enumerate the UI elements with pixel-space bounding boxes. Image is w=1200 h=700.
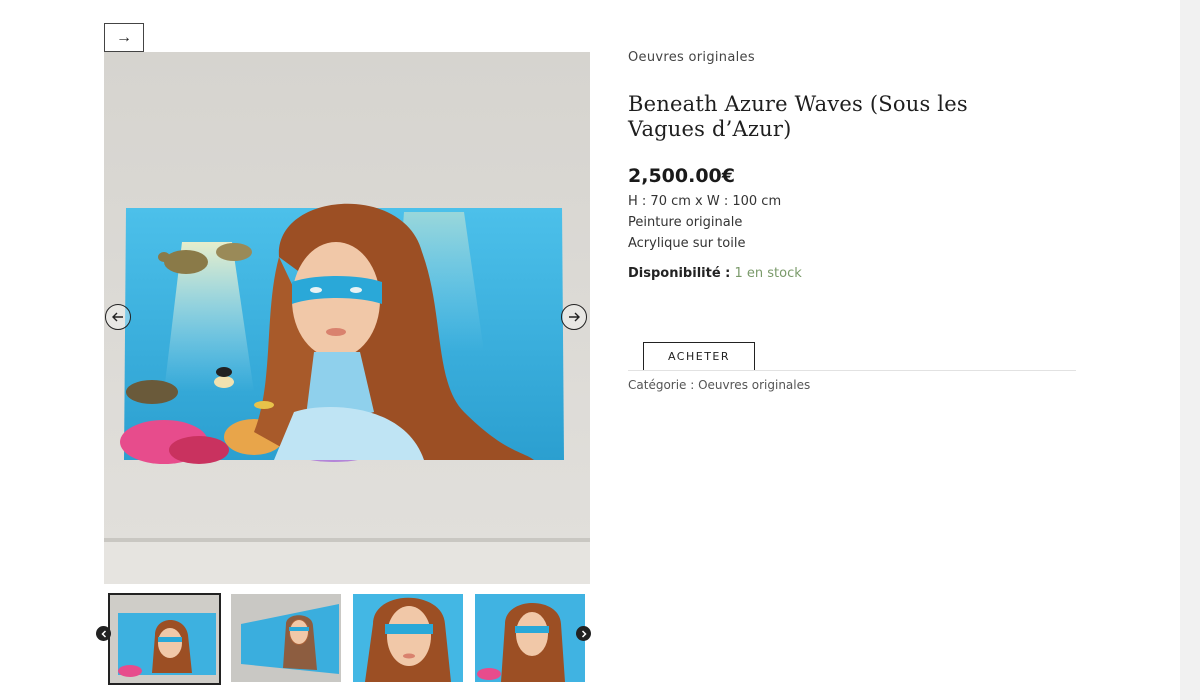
product-summary: Oeuvres originales Beneath Azure Waves (… (628, 48, 1078, 392)
gallery-prev-button[interactable] (105, 304, 131, 330)
product-category-link[interactable]: Oeuvres originales (628, 50, 755, 65)
page-scrollbar-gutter (1180, 0, 1200, 700)
dimensions-text: H : 70 cm x W : 100 cm (628, 194, 782, 209)
product-title-line-1: Beneath Azure Waves (Sous les (628, 92, 968, 116)
divider (628, 370, 1076, 371)
availability: Disponibilité : 1 en stock (628, 266, 1078, 281)
arrow-left-icon (112, 312, 123, 322)
main-product-image[interactable] (104, 52, 590, 584)
product-description: H : 70 cm x W : 100 cm Peinture original… (628, 191, 1078, 254)
next-product-button[interactable]: → (104, 23, 144, 52)
gallery-next-button[interactable] (561, 304, 587, 330)
product-price: 2,500.00€ (628, 165, 735, 187)
buy-button[interactable]: ACHETER (643, 342, 755, 371)
product-meta-category: Catégorie : Oeuvres originales (628, 378, 811, 392)
arrow-right-icon (569, 312, 580, 322)
product-title-line-2: Vagues d’Azur) (628, 117, 792, 141)
thumbnail-item[interactable] (108, 593, 221, 685)
medium-text: Acrylique sur toile (628, 236, 746, 251)
original-painting-text: Peinture originale (628, 215, 743, 230)
arrow-right-icon: → (116, 28, 132, 46)
thumbnail-item[interactable] (353, 594, 463, 682)
thumbnail-prev-button[interactable] (96, 626, 111, 641)
chevron-left-icon (100, 629, 106, 638)
thumbnail-item[interactable] (231, 594, 341, 682)
stock-status: 1 en stock (734, 266, 802, 281)
product-title: Beneath Azure Waves (Sous les Vagues d’A… (628, 92, 1078, 142)
chevron-right-icon (581, 629, 587, 638)
thumbnail-item[interactable] (475, 594, 585, 682)
availability-label: Disponibilité : (628, 266, 731, 281)
thumbnail-next-button[interactable] (576, 626, 591, 641)
thumbnail-strip (96, 591, 591, 687)
